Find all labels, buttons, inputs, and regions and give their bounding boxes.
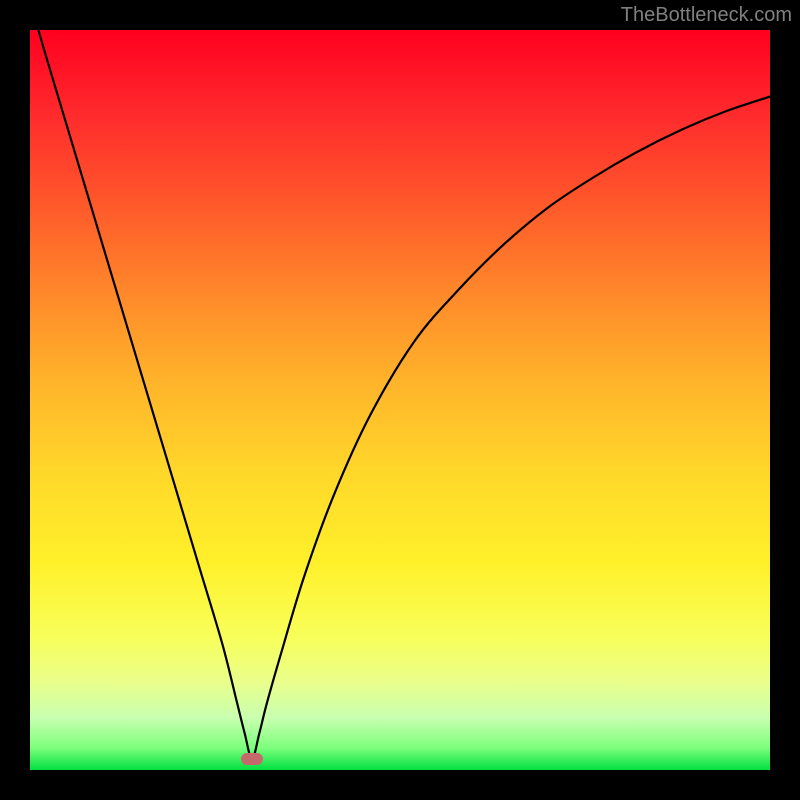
chart-frame: TheBottleneck.com bbox=[0, 0, 800, 800]
curve-layer bbox=[30, 30, 770, 770]
plot-area bbox=[30, 30, 770, 770]
min-marker bbox=[241, 753, 263, 765]
watermark-label: TheBottleneck.com bbox=[621, 4, 792, 27]
bottleneck-curve bbox=[30, 30, 770, 759]
